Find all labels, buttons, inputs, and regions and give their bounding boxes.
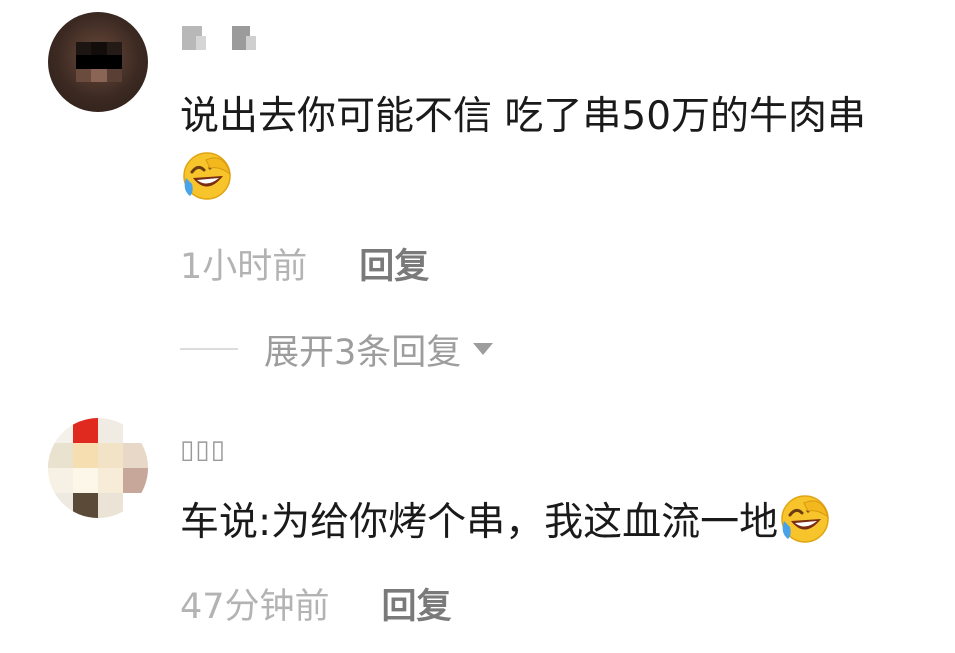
avatar[interactable]: [48, 418, 148, 518]
divider: [180, 348, 238, 350]
laughing-crying-emoji-icon: [180, 148, 234, 202]
laughing-crying-emoji-icon: [778, 491, 832, 545]
comment-body: 说出去你可能不信 吃了串50万的牛肉串: [180, 86, 920, 211]
expand-replies[interactable]: 展开3条回复: [180, 327, 494, 373]
comment-text: 说出去你可能不信 吃了串50万的牛肉串: [180, 94, 867, 139]
comment-meta: 1小时前 回复: [180, 238, 429, 289]
comment-time: 1小时前: [180, 247, 308, 287]
comment-body: 车说:为给你烤个串，我这血流一地: [180, 491, 920, 554]
comment-text: 车说:为给你烤个串，我这血流一地: [180, 500, 779, 545]
username[interactable]: ▯▯▯: [180, 435, 226, 465]
reply-button[interactable]: 回复: [359, 247, 429, 287]
comment-meta: 47分钟前 回复: [180, 578, 452, 629]
avatar[interactable]: [48, 12, 148, 112]
avatar-mosaic: [76, 42, 122, 82]
avatar-mosaic: [48, 418, 148, 518]
caret-down-icon[interactable]: [473, 343, 494, 355]
expand-replies-label[interactable]: 展开3条回复: [264, 324, 461, 375]
reply-button[interactable]: 回复: [382, 587, 452, 627]
comment-time: 47分钟前: [180, 587, 330, 627]
